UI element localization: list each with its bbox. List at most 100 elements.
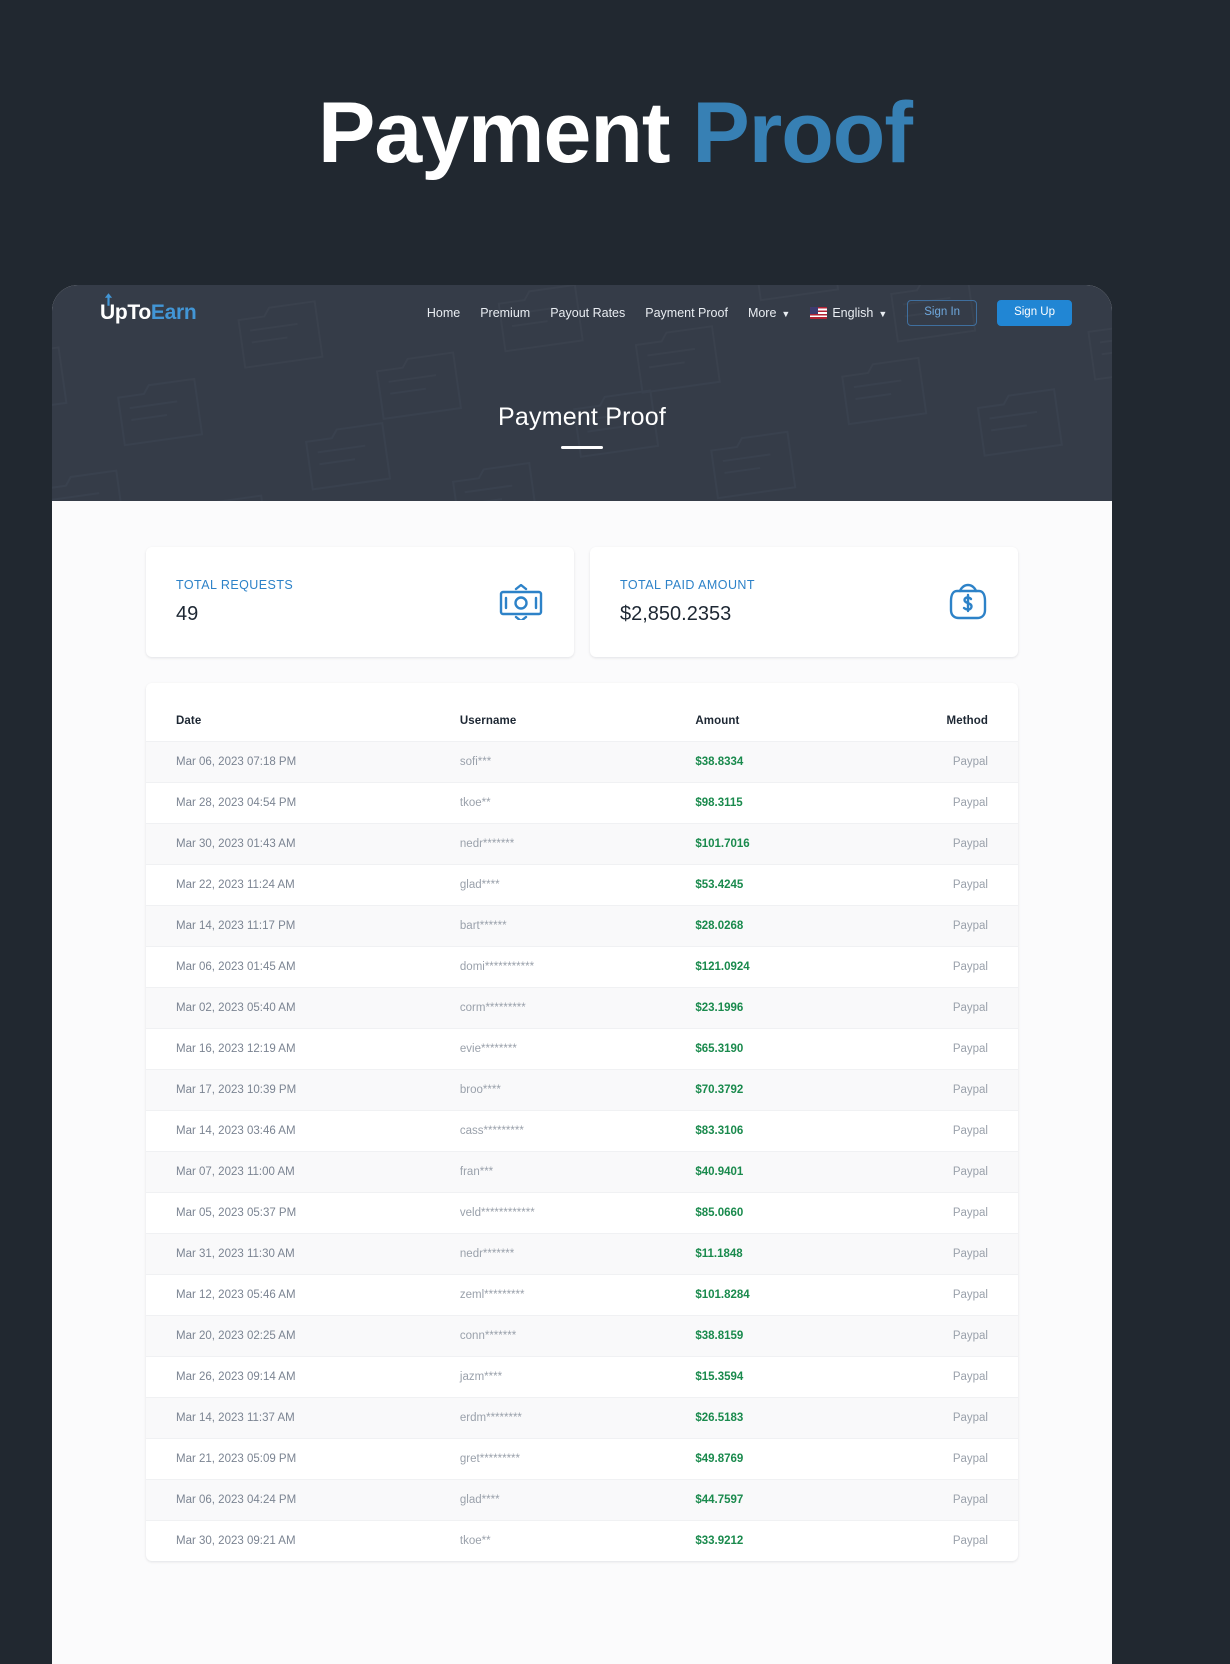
table-cell-date: Mar 30, 2023 09:21 AM [176, 1535, 296, 1547]
table-cell-date: Mar 06, 2023 07:18 PM [176, 756, 297, 768]
hero-title-word-1: Payment [318, 84, 670, 181]
table-row: Mar 16, 2023 12:19 AM evie******** $65.319… [146, 1028, 1018, 1070]
stat-card-total-paid-amount: TOTAL PAID AMOUNT $2,850.2353 [590, 547, 1018, 657]
table-cell-date: Mar 17, 2023 10:39 PM [176, 1084, 297, 1096]
money-bag-dollar-icon [949, 583, 987, 620]
table-cell-username: tkoe** [459, 1535, 491, 1547]
table-row: Mar 14, 2023 11:37 AM erdm******** $26.518… [146, 1397, 1018, 1439]
table-cell-method: Paypal [952, 1125, 988, 1137]
stat-text-group: TOTAL REQUESTS 49 [176, 578, 293, 626]
table-cell-username: glad**** [459, 879, 500, 891]
nav-item-payout-rates[interactable]: Payout Rates [550, 306, 625, 320]
table-cell-amount: $98.3115 [695, 797, 743, 809]
nav-more-label: More [747, 306, 777, 320]
table-cell-date: Mar 07, 2023 11:00 AM [176, 1166, 295, 1178]
table-cell-amount: $49.8769 [695, 1453, 744, 1465]
table-cell-username: erdm******** [459, 1412, 522, 1424]
table-cell-method: Paypal [952, 920, 988, 932]
nav-item-more[interactable]: More ▼ [748, 306, 790, 320]
table-cell-amount: $33.9212 [695, 1535, 744, 1547]
stat-value: $2,850.2353 [620, 603, 732, 625]
hero-section: Payment Proof [0, 0, 1230, 285]
table-cell-date: Mar 14, 2023 03:46 AM [176, 1125, 296, 1137]
table-cell-username: corm********* [459, 1002, 526, 1014]
table-cell-date: Mar 28, 2023 04:54 PM [176, 797, 297, 809]
table-cell-method: Paypal [952, 1371, 988, 1383]
table-cell-username: zeml********* [459, 1289, 525, 1301]
table-cell-username: evie******** [459, 1043, 517, 1055]
table-cell-amount: $70.3792 [695, 1084, 744, 1096]
payment-proof-table-card: Date Username Amount Method Mar 06, 2023… [146, 683, 1018, 1561]
table-cell-method: Paypal [952, 1043, 988, 1055]
table-cell-amount: $53.4245 [695, 879, 744, 891]
table-cell-date: Mar 06, 2023 04:24 PM [176, 1494, 297, 1506]
sign-in-button[interactable]: Sign In [907, 300, 978, 326]
table-row: Mar 30, 2023 09:21 AM tkoe** $33.9212 Paypa… [146, 1520, 1018, 1562]
table-cell-username: broo**** [459, 1084, 501, 1096]
hero-title-word-2: Proof [692, 84, 913, 181]
table-row: Mar 14, 2023 11:17 PM bart****** $28.0268 P… [146, 905, 1018, 947]
table-cell-username: tkoe** [459, 797, 491, 809]
site-body: TOTAL REQUESTS 49 TOTAL PAID AMOUNT $2,8… [52, 501, 1112, 1664]
payment-proof-table: Date Username Amount Method Mar 06, 2023… [146, 701, 1018, 1561]
table-cell-username: bart****** [459, 920, 507, 932]
table-cell-method: Paypal [952, 1535, 988, 1547]
table-row: Mar 14, 2023 03:46 AM cass********* $83.31… [146, 1110, 1018, 1152]
stat-label: TOTAL REQUESTS [176, 578, 294, 592]
table-row: Mar 17, 2023 10:39 PM broo**** $70.3792 Pay… [146, 1069, 1018, 1111]
table-cell-username: glad**** [459, 1494, 500, 1506]
nav-item-payment-proof[interactable]: Payment Proof [645, 306, 728, 320]
table-cell-amount: $38.8159 [695, 1330, 744, 1342]
table-cell-date: Mar 12, 2023 05:46 AM [176, 1289, 296, 1301]
language-selector[interactable]: English ▼ [810, 306, 887, 320]
table-cell-date: Mar 02, 2023 05:40 AM [176, 1002, 296, 1014]
stats-row: TOTAL REQUESTS 49 TOTAL PAID AMOUNT $2,8… [146, 547, 1018, 657]
table-cell-amount: $101.8284 [695, 1289, 750, 1301]
table-body: Mar 06, 2023 07:18 PM sofi*** $38.8334 Payp… [146, 741, 1018, 1562]
banknote-check-icon [499, 584, 543, 620]
table-row: Mar 02, 2023 05:40 AM corm********* $23.19… [146, 987, 1018, 1029]
table-row: Mar 12, 2023 05:46 AM zeml********* $101.8… [146, 1274, 1018, 1316]
table-cell-username: nedr******* [459, 1248, 515, 1260]
table-cell-date: Mar 20, 2023 02:25 AM [176, 1330, 296, 1342]
table-head: Date Username Amount Method [146, 701, 1018, 742]
brand-logo[interactable]: UpToEarn [100, 293, 197, 325]
site-window: UpToEarn Home Premium Payout Rates Payme… [52, 285, 1112, 1664]
table-cell-username: fran*** [459, 1166, 494, 1178]
table-cell-username: domi*********** [459, 961, 535, 973]
column-header-amount: Amount [695, 715, 740, 727]
table-cell-method: Paypal [952, 1248, 988, 1260]
brand-logo-part-2: Earn [150, 301, 197, 324]
content-container: TOTAL REQUESTS 49 TOTAL PAID AMOUNT $2,8… [146, 547, 1018, 1561]
table-row: Mar 06, 2023 01:45 AM domi*********** $121… [146, 946, 1018, 988]
table-cell-amount: $101.7016 [695, 838, 750, 850]
chevron-down-icon: ▼ [781, 309, 791, 319]
table-cell-method: Paypal [952, 1207, 988, 1219]
nav-item-premium[interactable]: Premium [480, 306, 530, 320]
column-header-method: Method [946, 715, 988, 727]
nav-item-home[interactable]: Home [427, 306, 460, 320]
table-cell-date: Mar 26, 2023 09:14 AM [176, 1371, 296, 1383]
table-cell-method: Paypal [952, 797, 988, 809]
table-row: Mar 20, 2023 02:25 AM conn******* $38.8159… [146, 1315, 1018, 1357]
chevron-down-icon: ▼ [878, 309, 888, 319]
table-row: Mar 07, 2023 11:00 AM fran*** $40.9401 Payp… [146, 1151, 1018, 1193]
stat-label: TOTAL PAID AMOUNT [620, 578, 755, 592]
table-row: Mar 28, 2023 04:54 PM tkoe** $98.3115 Paypa… [146, 782, 1018, 824]
table-cell-username: nedr******* [459, 838, 515, 850]
stat-text-group: TOTAL PAID AMOUNT $2,850.2353 [620, 578, 755, 626]
table-cell-method: Paypal [952, 1084, 988, 1096]
stat-value: 49 [176, 603, 199, 625]
table-cell-username: jazm**** [459, 1371, 503, 1383]
table-cell-method: Paypal [952, 879, 988, 891]
sign-up-button[interactable]: Sign Up [997, 300, 1072, 326]
up-arrow-icon [104, 293, 113, 306]
us-flag-icon [810, 307, 828, 319]
table-row: Mar 06, 2023 04:24 PM glad**** $44.7597 Pay… [146, 1479, 1018, 1521]
table-cell-date: Mar 14, 2023 11:37 AM [176, 1412, 295, 1424]
table-cell-amount: $83.3106 [695, 1125, 744, 1137]
table-cell-method: Paypal [952, 1002, 988, 1014]
table-cell-amount: $85.0660 [695, 1207, 744, 1219]
table-cell-amount: $23.1996 [695, 1002, 744, 1014]
table-cell-username: veld************ [459, 1207, 535, 1219]
